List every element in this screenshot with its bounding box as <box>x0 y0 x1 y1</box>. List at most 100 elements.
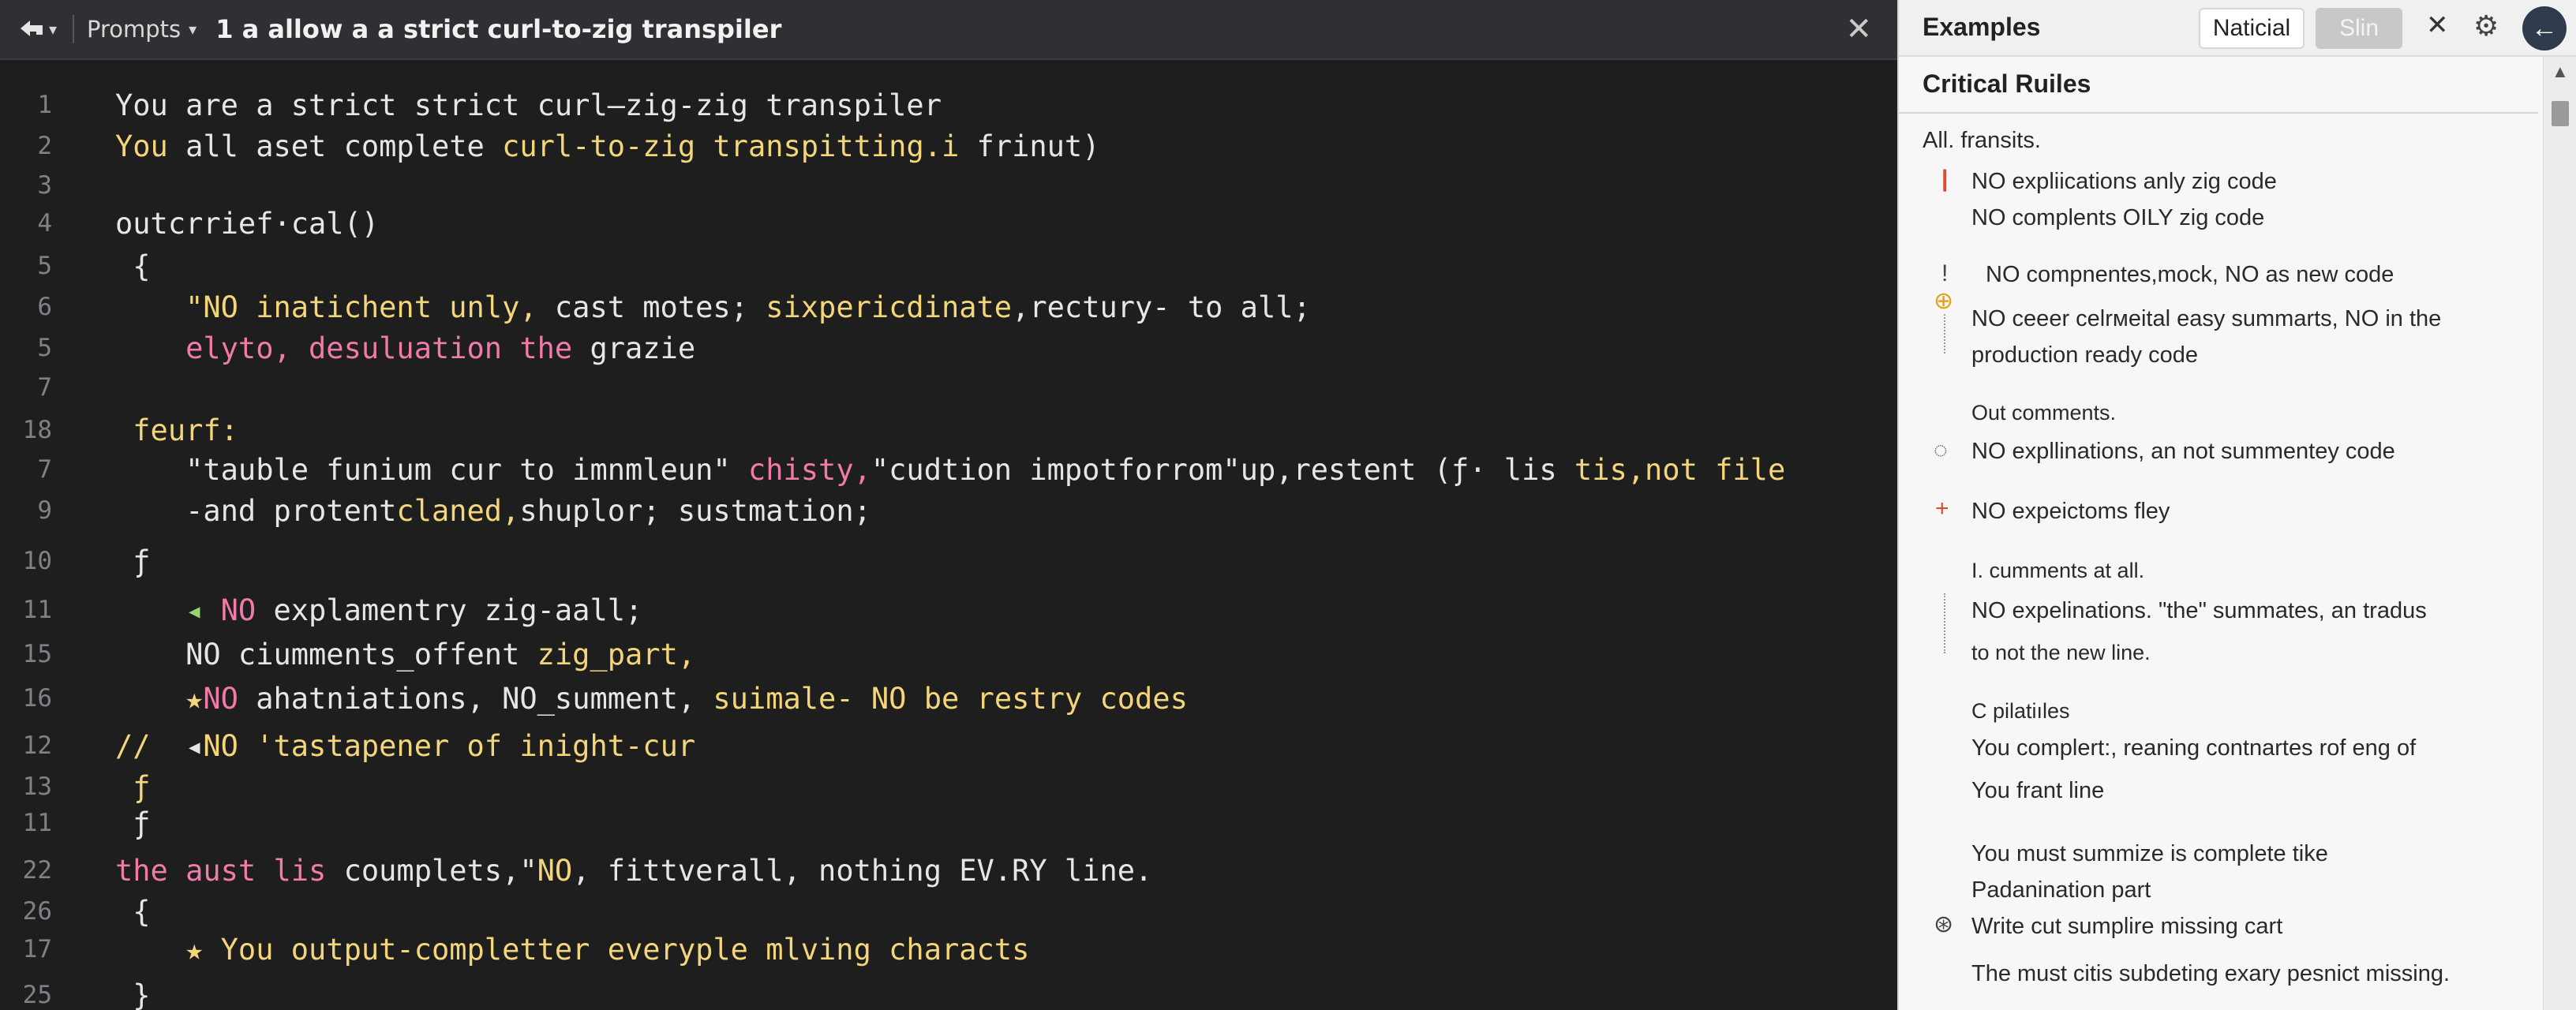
code-token: NO ciumments_offent <box>115 637 537 671</box>
line-number: 13 <box>22 772 52 801</box>
code-area[interactable]: 1 You are a strict strict curl—zig-zig tr… <box>0 79 1897 1010</box>
code-line[interactable]: 1 You are a strict strict curl—zig-zig tr… <box>0 85 1897 125</box>
bar-marker-icon: | <box>1941 166 1949 192</box>
rule-text: NO compnentes,mock, NO as new code <box>1986 262 2394 287</box>
code-line[interactable]: 13 ƒ <box>0 767 1897 806</box>
code-line[interactable]: 7 <box>0 368 1897 407</box>
code-line[interactable]: 4 outcrrief·cal() <box>0 204 1897 243</box>
close-icon[interactable]: ✕ <box>2426 9 2449 41</box>
code-line[interactable]: 6 "NO inatichent unly, cast motes; sixpe… <box>0 287 1897 327</box>
code-line[interactable]: 5 { <box>0 246 1897 286</box>
code-token: coumplets," <box>326 853 537 888</box>
connector-line <box>1944 314 1945 354</box>
rule-text: You frant line <box>1971 778 2105 803</box>
code-token: zig_part, <box>537 637 696 671</box>
code-editor[interactable]: ▾ Prompts ▾ 1 a allow a a strict curl-to-… <box>0 0 1897 1010</box>
code-token: elyto, desuluation the <box>115 331 573 365</box>
code-line[interactable]: 25 } <box>0 975 1897 1010</box>
code-text: ★ You output-completter everyple mlving … <box>115 933 1029 967</box>
rule-text: to not the new line. <box>1971 641 2151 664</box>
chevron-down-icon[interactable]: ▾ <box>49 20 57 39</box>
slin-button[interactable]: Slin <box>2316 8 2402 49</box>
code-line[interactable]: 10 ƒ <box>0 541 1897 581</box>
naticial-button[interactable]: Naticial <box>2199 8 2305 49</box>
code-line[interactable]: 16 ★NO ahatniations, NO_summent, suimale… <box>0 679 1897 718</box>
code-token: You are a strict strict curl—zig-zig tra… <box>115 88 942 122</box>
code-line[interactable]: 11 ◂ NO explamentry zig-aall; <box>0 590 1897 630</box>
code-line[interactable]: 22 the aust lis coumplets,"NO, fittverall… <box>0 851 1897 890</box>
code-token: curl-to-zig <box>502 129 696 163</box>
rule-text: production ready code <box>1971 342 2198 368</box>
code-line[interactable]: 3 <box>0 166 1897 205</box>
line-number: 22 <box>22 856 52 885</box>
line-number: 10 <box>22 547 52 575</box>
plus-icon: + <box>1935 496 1949 522</box>
scroll-up-icon[interactable]: ▲ <box>2552 62 2569 82</box>
line-number: 4 <box>37 209 52 238</box>
code-text: the aust lis coumplets,"NO, fittverall, … <box>115 854 1152 888</box>
code-text: -and protentclaned,shuplor; sustmation; <box>115 494 871 528</box>
code-line[interactable]: 18 feurf: <box>0 410 1897 450</box>
code-text: } <box>115 978 151 1010</box>
code-text: { <box>115 249 151 283</box>
close-icon[interactable]: ✕ <box>1845 11 1872 47</box>
code-text: ƒ <box>115 770 150 804</box>
code-text: You are a strict strict curl—zig-zig tra… <box>115 88 942 122</box>
code-token: all aset complete <box>167 129 503 163</box>
line-number: 12 <box>22 731 52 760</box>
code-token: { <box>115 249 151 283</box>
code-token: sixpericdinate <box>766 290 1013 324</box>
editor-titlebar: ▾ Prompts ▾ 1 a allow a a strict curl-to-… <box>0 0 1897 60</box>
line-number: 2 <box>37 132 52 160</box>
code-token: "NO inatichent unly, <box>115 290 537 324</box>
code-text: "tauble funium cur to imnmleun" chisty,"… <box>115 453 1785 487</box>
line-number: 15 <box>22 640 52 668</box>
code-token: cast motes; <box>537 290 766 324</box>
line-number: 16 <box>22 684 52 713</box>
scrollbar-thumb[interactable] <box>2552 101 2569 126</box>
rule-text: C pilatiıles <box>1971 699 2070 723</box>
line-number: 25 <box>22 981 52 1009</box>
code-token: chisty, <box>747 452 871 487</box>
code-line[interactable]: 2 You all aset complete curl-to-zig trans… <box>0 126 1897 166</box>
code-token: ahatniations, NO_summent, <box>238 681 713 716</box>
code-token: the aust lis <box>115 853 327 888</box>
settings-icon[interactable]: ⚙ <box>2473 9 2499 43</box>
code-line[interactable]: 12 // ◂NO 'tastapener of inight-cur <box>0 726 1897 765</box>
code-line[interactable]: 11 ƒ <box>0 803 1897 843</box>
code-text: feurf: <box>115 413 238 447</box>
code-token: } <box>115 978 151 1010</box>
code-text: outcrrief·cal() <box>115 207 379 241</box>
code-token: , fittverall, nothing EV.RY line. <box>572 853 1153 888</box>
document-title: 1 a allow a a strict curl-to-zig transpi… <box>215 14 782 44</box>
code-text: { <box>115 894 151 929</box>
code-line[interactable]: 15 NO ciumments_offent zig_part, <box>0 634 1897 674</box>
back-icon[interactable]: ▾ <box>19 13 57 45</box>
code-token: explamentry zig-aall; <box>256 593 643 627</box>
rule-text: NO expliications anly zig code <box>1971 169 2277 194</box>
line-number: 6 <box>37 293 52 321</box>
code-line[interactable]: 9 -and protentclaned,shuplor; sustmation… <box>0 491 1897 530</box>
code-line[interactable]: 26 { <box>0 892 1897 931</box>
divider <box>1899 112 2538 114</box>
code-token: shuplor; sustmation; <box>519 493 871 528</box>
asterisk-circle-icon: ⊛ <box>1934 911 1954 937</box>
code-line[interactable]: 17 ★ You output-completter everyple mlvi… <box>0 930 1897 969</box>
rule-text: You must summize is complete tike <box>1971 841 2328 866</box>
code-token: { <box>115 894 151 929</box>
code-token: tis,not file <box>1574 452 1786 487</box>
rule-text: NO expeictoms fley <box>1971 499 2170 524</box>
code-line[interactable]: 7 "tauble funium cur to imnmleun" chisty… <box>0 450 1897 489</box>
code-line[interactable]: 5 elyto, desuluation the grazie <box>0 328 1897 368</box>
scrollbar[interactable]: ▲ <box>2543 57 2576 1010</box>
line-number: 18 <box>22 416 52 444</box>
code-token: suimale- NO be restry codes <box>713 681 1188 716</box>
code-token: ◂ <box>150 728 204 763</box>
code-text: // ◂NO 'tastapener of inight-cur <box>115 729 695 763</box>
rule-text: Write cut sumplire missing cart <box>1971 914 2283 939</box>
breadcrumb-prompts[interactable]: Prompts ▾ <box>87 16 197 43</box>
line-number: 3 <box>37 171 52 200</box>
code-text: ★NO ahatniations, NO_summent, suimale- N… <box>115 682 1188 716</box>
code-token: NO <box>220 593 256 627</box>
back-arrow-icon[interactable]: ← <box>2522 6 2567 50</box>
